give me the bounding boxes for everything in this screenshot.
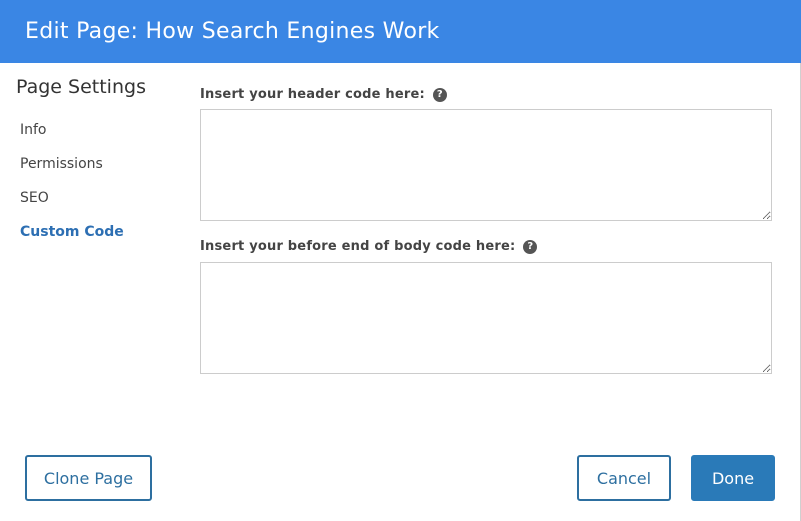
dialog-title: Edit Page: How Search Engines Work — [0, 0, 801, 63]
body-code-textarea[interactable] — [200, 262, 772, 374]
question-circle-icon[interactable]: ? — [523, 239, 538, 254]
clone-page-button[interactable]: Clone Page — [25, 455, 152, 501]
sidebar-title: Page Settings — [16, 76, 146, 98]
sidebar-item-info[interactable]: Info — [20, 119, 124, 153]
header-code-label: Insert your header code here: ? — [200, 87, 447, 102]
sidebar-nav: Info Permissions SEO Custom Code — [20, 119, 124, 255]
edit-page-dialog: Edit Page: How Search Engines Work Page … — [0, 0, 801, 521]
sidebar-item-custom-code[interactable]: Custom Code — [20, 221, 124, 255]
done-button[interactable]: Done — [691, 455, 775, 501]
header-code-textarea[interactable] — [200, 109, 772, 221]
sidebar-item-permissions[interactable]: Permissions — [20, 153, 124, 187]
header-code-label-text: Insert your header code here: — [200, 87, 425, 102]
cancel-button[interactable]: Cancel — [577, 455, 671, 501]
body-code-label: Insert your before end of body code here… — [200, 239, 538, 254]
sidebar-item-seo[interactable]: SEO — [20, 187, 124, 221]
question-circle-icon[interactable]: ? — [432, 87, 447, 102]
body-code-label-text: Insert your before end of body code here… — [200, 239, 516, 254]
